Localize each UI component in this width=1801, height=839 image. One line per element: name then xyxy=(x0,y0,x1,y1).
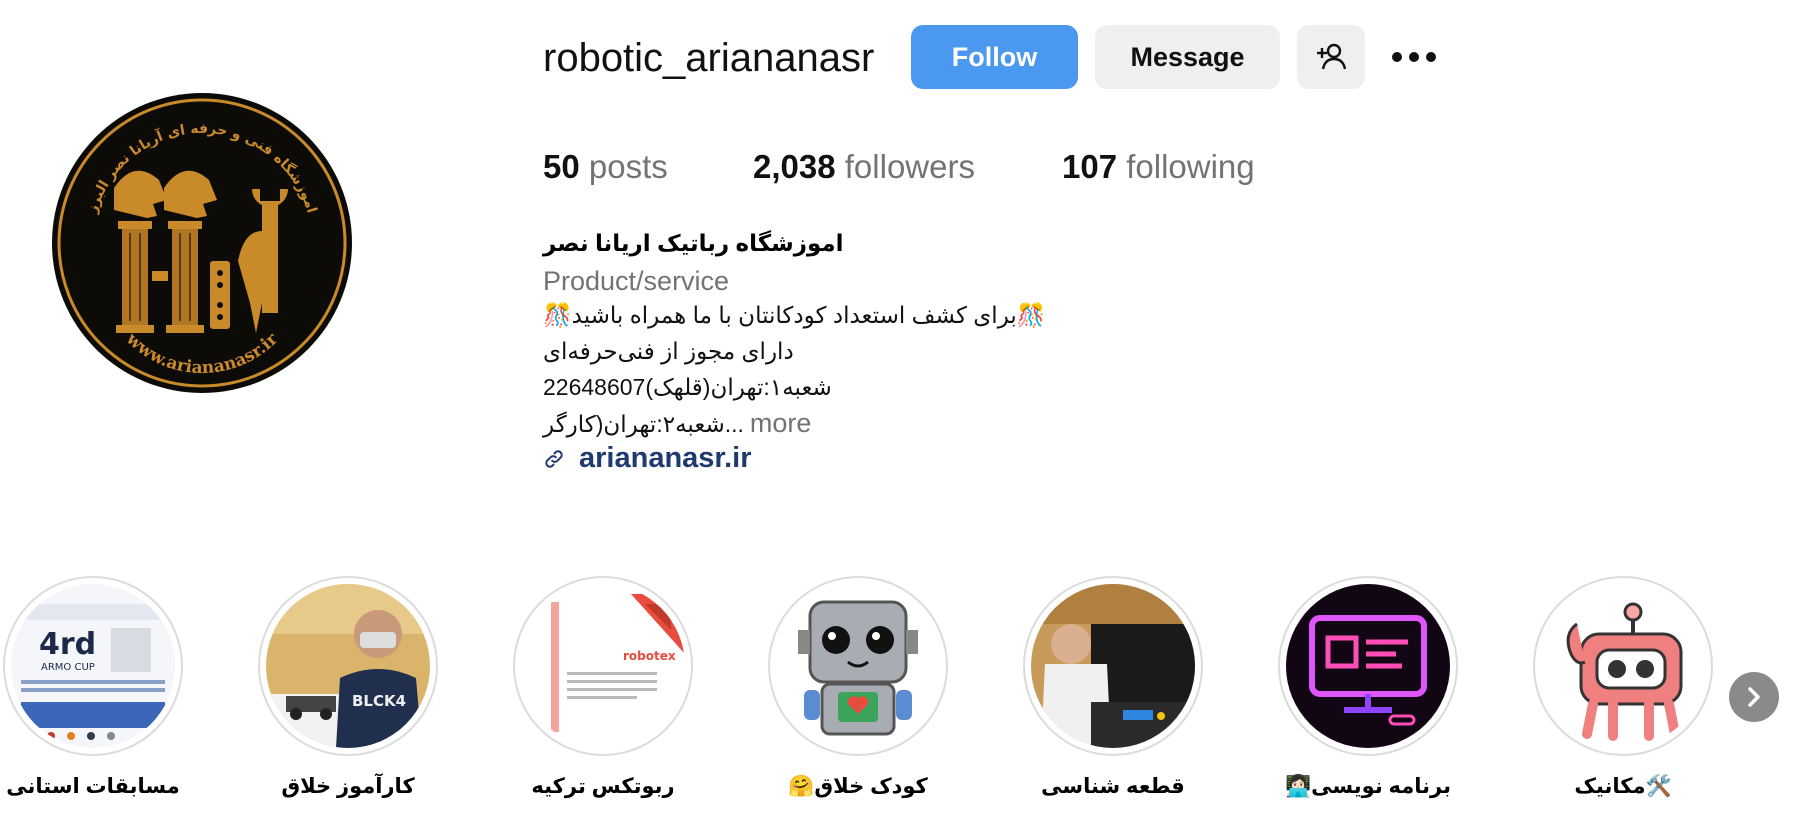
highlight-label: کارآموز خلاق xyxy=(281,775,415,798)
highlight-cover-image: BLCK4 xyxy=(266,584,430,748)
highlight-cover xyxy=(1286,584,1450,748)
link-icon xyxy=(545,449,563,468)
svg-text:ARMO CUP: ARMO CUP xyxy=(41,662,95,673)
bio-text-line: 🎊برای کشف استعداد کودکانتان با ما همراه … xyxy=(543,302,1046,328)
highlight-cover xyxy=(1031,584,1195,748)
profile-username: robotic_ariananasr xyxy=(543,36,875,80)
highlight-creative-intern[interactable]: BLCK4 xyxy=(258,576,438,756)
suggested-accounts-button[interactable] xyxy=(1297,25,1365,89)
bio-text-line-truncated: ...شعبه۲:تهران(کارگر more xyxy=(543,406,811,441)
highlight-cover: BLCK4 xyxy=(266,584,430,748)
highlight-cover-image: 4rd ARMO CUP xyxy=(11,584,175,748)
highlight-mechanics[interactable] xyxy=(1533,576,1713,756)
following-link[interactable]: 107 following xyxy=(1062,145,1255,189)
more-options-button[interactable] xyxy=(1384,25,1444,89)
followers-label: followers xyxy=(844,148,975,185)
bio-full-name: اموزشگاه رباتیک اریانا نصر xyxy=(543,230,844,256)
highlight-label: برنامه نویسی👩🏻‍💻 xyxy=(1285,775,1451,798)
highlight-creative-kid[interactable] xyxy=(768,576,948,756)
following-number: 107 xyxy=(1062,148,1118,185)
svg-text:robotex: robotex xyxy=(623,649,676,663)
highlight-cover-image xyxy=(1031,584,1195,748)
message-button[interactable]: Message xyxy=(1095,25,1280,89)
highlight-robotex-turkey[interactable]: robotex xyxy=(513,576,693,756)
svg-text:BLCK4: BLCK4 xyxy=(352,692,406,710)
bio-text-line: ...شعبه۲:تهران(کارگر xyxy=(543,411,744,437)
highlight-cover-image: robotex xyxy=(521,584,685,748)
highlight-cover-image xyxy=(776,584,940,748)
highlight-programming[interactable] xyxy=(1278,576,1458,756)
followers-number: 2,038 xyxy=(753,148,836,185)
posts-number: 50 xyxy=(543,148,580,185)
highlight-cover: robotex xyxy=(521,584,685,748)
highlights-next-button[interactable] xyxy=(1729,672,1779,722)
highlight-cover-image xyxy=(1541,584,1705,748)
avatar-logo: اموزشگاه فنی و حرفه ای آریانا نصر البرز … xyxy=(54,95,350,391)
following-label: following xyxy=(1126,148,1255,185)
add-user-icon xyxy=(1317,43,1347,70)
svg-text:4rd: 4rd xyxy=(39,627,96,662)
highlight-provincial-competitions[interactable]: 4rd ARMO CUP xyxy=(3,576,183,756)
bio-website-link[interactable]: ariananasr.ir xyxy=(543,442,752,475)
bio-text-line: دارای مجوز از فنی‌حرفه‌ای xyxy=(543,338,794,364)
highlight-label: کودک خلاق🤗 xyxy=(788,775,928,798)
highlight-component-study[interactable] xyxy=(1023,576,1203,756)
profile-avatar[interactable]: اموزشگاه فنی و حرفه ای آریانا نصر البرز … xyxy=(52,93,352,393)
highlight-cover-image xyxy=(1286,584,1450,748)
highlight-label: 🛠️مکانیک xyxy=(1574,775,1672,798)
follow-button[interactable]: Follow xyxy=(911,25,1078,89)
posts-label: posts xyxy=(588,148,668,185)
highlight-label: مسابقات استانی xyxy=(6,775,180,798)
highlight-cover: 4rd ARMO CUP xyxy=(11,584,175,748)
highlight-cover xyxy=(1541,584,1705,748)
bio-text-line: شعبه۱:تهران(قلهک)22648607 xyxy=(543,374,832,400)
website-url: ariananasr.ir xyxy=(579,442,752,474)
bio-category: Product/service xyxy=(543,266,730,296)
bio-more-link[interactable]: more xyxy=(750,408,812,438)
chevron-right-icon xyxy=(1748,687,1760,707)
highlight-cover xyxy=(776,584,940,748)
followers-link[interactable]: 2,038 followers xyxy=(753,145,975,189)
highlight-label: ربوتکس ترکیه xyxy=(531,775,675,798)
more-options-icon xyxy=(1392,52,1436,62)
posts-count: 50 posts xyxy=(543,145,668,189)
highlight-label: قطعه شناسی xyxy=(1041,775,1185,798)
